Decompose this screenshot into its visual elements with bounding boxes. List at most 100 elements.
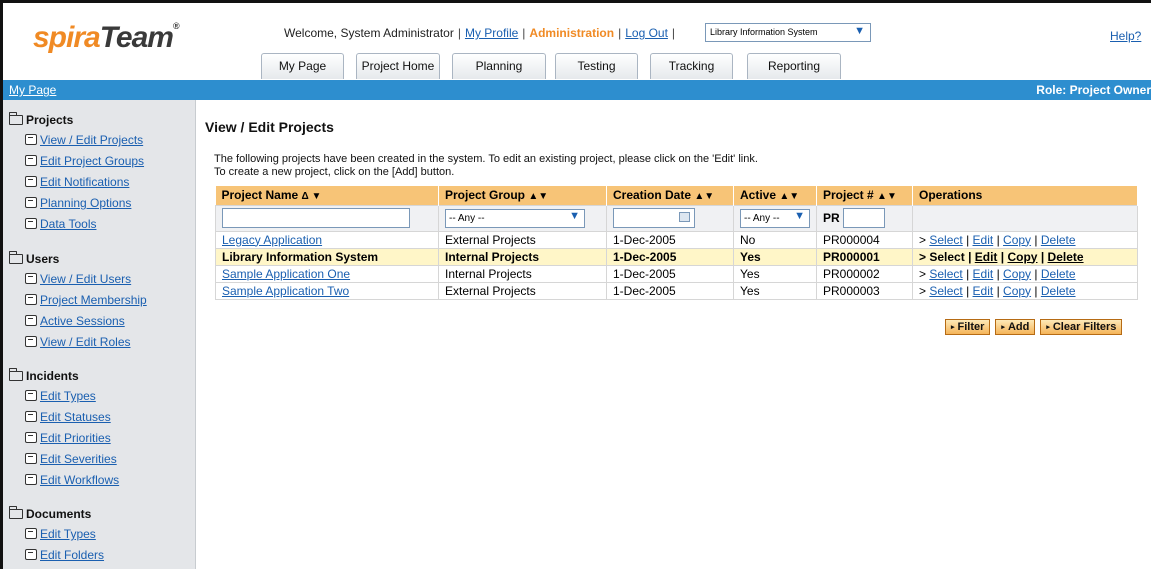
sidebar-section-projects: Projects bbox=[9, 112, 73, 127]
column-label: Project Group bbox=[445, 188, 526, 203]
tab-tracking[interactable]: Tracking bbox=[650, 53, 733, 79]
delete-link[interactable]: Delete bbox=[1041, 267, 1076, 281]
edit-link[interactable]: Edit bbox=[975, 250, 998, 264]
calendar-icon[interactable] bbox=[679, 212, 690, 222]
column-header-project-number[interactable]: Project # ▲▼ bbox=[816, 186, 913, 205]
project-name-link[interactable]: Legacy Application bbox=[222, 233, 322, 247]
help-link[interactable]: Help? bbox=[1110, 29, 1141, 43]
sort-arrows-icon[interactable]: ▲▼ bbox=[779, 191, 799, 202]
breadcrumb-my-page[interactable]: My Page bbox=[9, 83, 56, 97]
table-header-row: Project Name Δ ▼ Project Group ▲▼ Creati… bbox=[215, 186, 1138, 205]
sidebar-item-label: Data Tools bbox=[40, 217, 97, 231]
column-label: Active bbox=[740, 188, 777, 203]
operations-separator: | bbox=[968, 249, 972, 264]
project-group-cell: Internal Projects bbox=[438, 264, 607, 283]
sidebar-item-edit-folders[interactable]: Edit Folders bbox=[25, 548, 104, 562]
spirateam-logo[interactable]: spiraTeam® bbox=[33, 21, 180, 55]
dropdown-arrow-icon: ▼ bbox=[854, 25, 865, 37]
tab-testing[interactable]: Testing bbox=[555, 53, 638, 79]
filter-cell bbox=[606, 204, 734, 232]
column-header-creation-date[interactable]: Creation Date ▲▼ bbox=[606, 186, 734, 205]
sidebar-item-edit-workflows[interactable]: Edit Workflows bbox=[25, 473, 119, 487]
sidebar-item-edit-severities[interactable]: Edit Severities bbox=[25, 452, 117, 466]
project-name-link[interactable]: Sample Application Two bbox=[222, 284, 349, 298]
delete-link[interactable]: Delete bbox=[1041, 284, 1076, 298]
delete-link[interactable]: Delete bbox=[1048, 250, 1084, 264]
project-group-cell: Internal Projects bbox=[438, 247, 607, 266]
tab-my-page[interactable]: My Page bbox=[261, 53, 344, 79]
section-label: Documents bbox=[26, 507, 92, 521]
project-selector-value: Library Information System bbox=[710, 27, 818, 37]
select-link[interactable]: Select bbox=[929, 284, 962, 298]
sort-arrows-icon[interactable]: ▲▼ bbox=[877, 191, 897, 202]
copy-link[interactable]: Copy bbox=[1003, 233, 1031, 247]
sidebar-item-view-edit-users[interactable]: View / Edit Users bbox=[25, 272, 131, 286]
sidebar-item-active-sessions[interactable]: Active Sessions bbox=[25, 314, 125, 328]
column-label: Creation Date bbox=[613, 188, 692, 203]
project-group-filter-select[interactable]: -- Any -- ▼ bbox=[445, 208, 585, 228]
sort-arrows-icon[interactable]: ▲▼ bbox=[694, 191, 714, 202]
sidebar-item-label: Edit Types bbox=[40, 389, 96, 403]
log-out-link[interactable]: Log Out bbox=[625, 26, 668, 40]
sidebar-item-data-tools[interactable]: Data Tools bbox=[25, 217, 96, 231]
sidebar-item-label: Edit Severities bbox=[40, 452, 117, 466]
sidebar-item-view-edit-projects[interactable]: View / Edit Projects bbox=[25, 133, 143, 147]
active-cell: Yes bbox=[733, 247, 817, 266]
copy-link[interactable]: Copy bbox=[1003, 267, 1031, 281]
active-cell: Yes bbox=[733, 281, 817, 300]
sidebar-item-edit-incident-types[interactable]: Edit Types bbox=[25, 389, 96, 403]
select-link[interactable]: Select bbox=[929, 233, 962, 247]
tab-planning[interactable]: Planning bbox=[452, 53, 546, 79]
column-header-project-name[interactable]: Project Name Δ ▼ bbox=[215, 186, 439, 205]
project-selector[interactable]: Library Information System ▼ bbox=[705, 23, 871, 42]
column-header-active[interactable]: Active ▲▼ bbox=[733, 186, 817, 205]
sidebar-item-planning-options[interactable]: Planning Options bbox=[25, 196, 131, 210]
edit-link[interactable]: Edit bbox=[973, 284, 994, 298]
operations-separator: | bbox=[1034, 283, 1038, 298]
creation-date-filter-input[interactable] bbox=[613, 208, 695, 228]
filter-button[interactable]: ▸ Filter bbox=[945, 319, 991, 335]
folder-open-icon bbox=[9, 112, 23, 125]
sidebar-item-label: Active Sessions bbox=[40, 314, 125, 328]
sort-arrows-icon[interactable]: Δ ▼ bbox=[302, 191, 322, 202]
tab-reporting[interactable]: Reporting bbox=[747, 53, 841, 79]
folder-open-icon bbox=[9, 251, 23, 264]
my-profile-link[interactable]: My Profile bbox=[465, 26, 518, 40]
project-name-cell: Sample Application One bbox=[215, 264, 439, 283]
sidebar-item-edit-document-types[interactable]: Edit Types bbox=[25, 527, 96, 541]
column-label: Operations bbox=[919, 188, 983, 203]
column-header-project-group[interactable]: Project Group ▲▼ bbox=[438, 186, 607, 205]
column-header-operations: Operations bbox=[912, 186, 1138, 205]
nav-separator: | bbox=[522, 26, 526, 40]
tab-project-home[interactable]: Project Home bbox=[356, 53, 440, 79]
add-button[interactable]: ▸ Add bbox=[995, 319, 1036, 335]
delete-link[interactable]: Delete bbox=[1041, 233, 1076, 247]
sidebar-item-label: View / Edit Projects bbox=[40, 133, 144, 147]
sidebar-item-project-membership[interactable]: Project Membership bbox=[25, 293, 147, 307]
copy-link[interactable]: Copy bbox=[1007, 250, 1037, 264]
project-name-link[interactable]: Sample Application One bbox=[222, 267, 350, 281]
project-name-filter-input[interactable] bbox=[222, 208, 410, 228]
copy-link[interactable]: Copy bbox=[1003, 284, 1031, 298]
sidebar-item-edit-statuses[interactable]: Edit Statuses bbox=[25, 410, 111, 424]
nav-separator: | bbox=[457, 26, 461, 40]
edit-link[interactable]: Edit bbox=[973, 233, 994, 247]
select-link[interactable]: Select bbox=[929, 267, 962, 281]
edit-link[interactable]: Edit bbox=[973, 267, 994, 281]
sidebar-item-edit-priorities[interactable]: Edit Priorities bbox=[25, 431, 111, 445]
administration-link[interactable]: Administration bbox=[529, 26, 614, 40]
nav-separator: | bbox=[671, 26, 676, 40]
role-label: Role: Project Owner bbox=[1036, 83, 1151, 97]
project-group-cell: External Projects bbox=[438, 230, 607, 249]
sort-arrows-icon[interactable]: ▲▼ bbox=[528, 191, 548, 202]
clear-filters-button[interactable]: ▸ Clear Filters bbox=[1040, 319, 1123, 335]
sidebar-item-edit-notifications[interactable]: Edit Notifications bbox=[25, 175, 129, 189]
active-filter-select[interactable]: -- Any -- ▼ bbox=[740, 208, 810, 228]
nav-separator: | bbox=[618, 26, 622, 40]
sidebar-item-edit-project-groups[interactable]: Edit Project Groups bbox=[25, 154, 144, 168]
triangle-right-icon: ▸ bbox=[1046, 324, 1050, 331]
sidebar-item-view-edit-roles[interactable]: View / Edit Roles bbox=[25, 335, 131, 349]
sidebar-item-label: View / Edit Roles bbox=[40, 335, 131, 349]
logo-text-team: Team bbox=[99, 21, 174, 54]
project-number-filter-input[interactable] bbox=[842, 208, 885, 228]
